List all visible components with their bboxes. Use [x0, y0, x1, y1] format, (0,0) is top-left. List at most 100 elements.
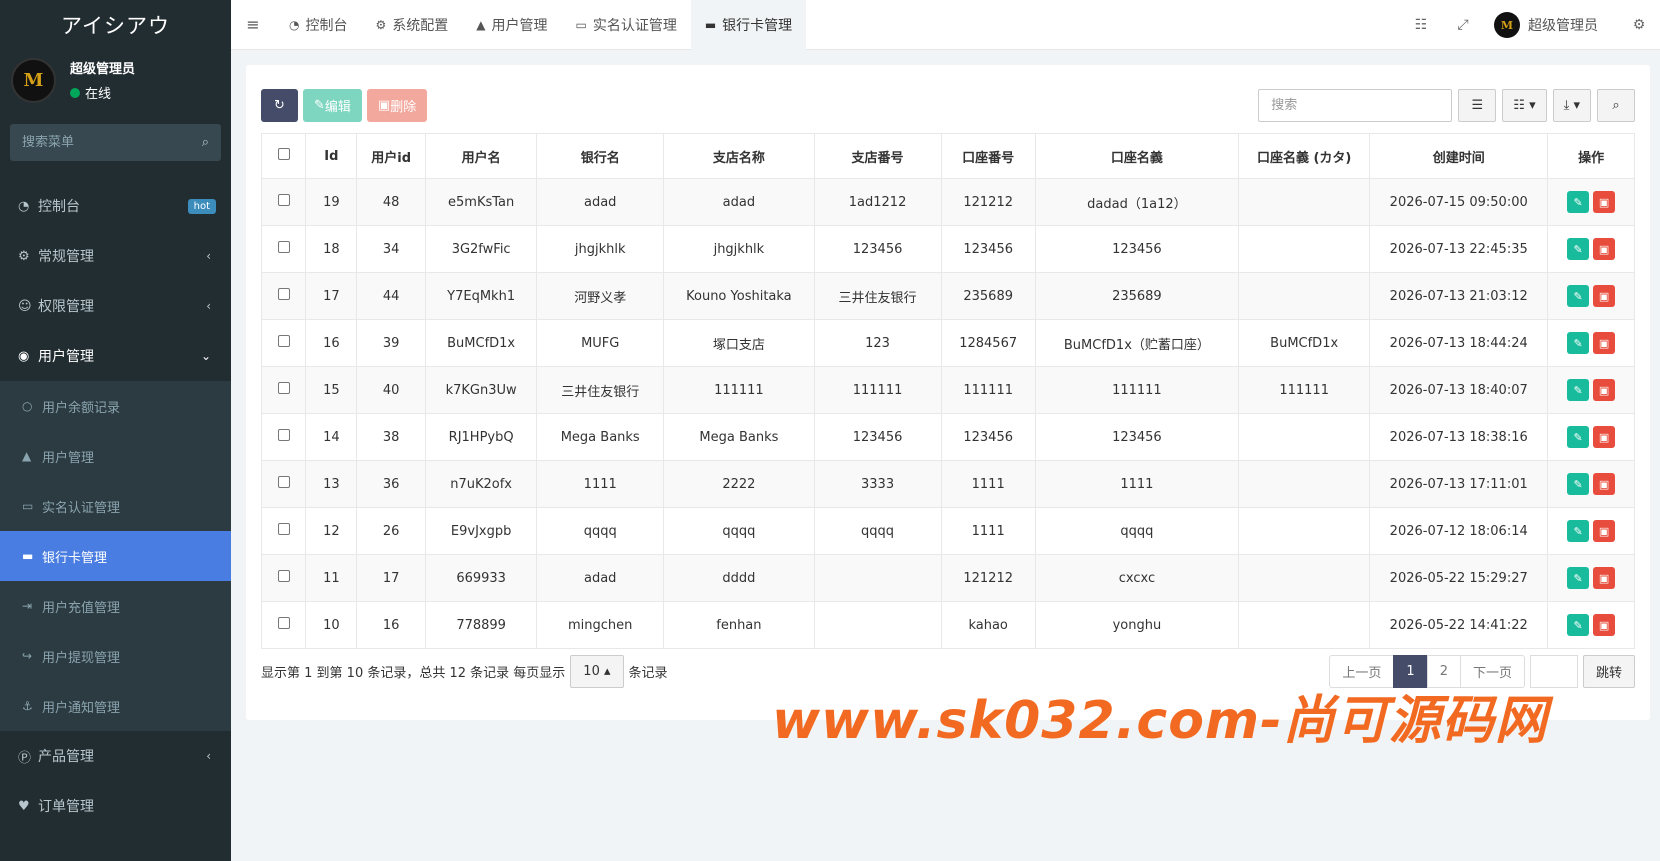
edit-button[interactable]: ✎ 编辑 [303, 89, 362, 122]
row-delete-button[interactable]: ▣ [1593, 567, 1616, 589]
row-edit-button[interactable]: ✎ [1567, 191, 1590, 213]
trash-icon: ▣ [1598, 477, 1610, 491]
row-actions-cell: ✎ ▣ [1547, 507, 1635, 555]
sidebar-item-general[interactable]: ⚙ 常规管理 ‹ [0, 231, 231, 281]
row-checkbox[interactable] [277, 288, 290, 300]
navbar-user[interactable]: M 超级管理员 [1494, 12, 1598, 38]
sidebar-item-balance[interactable]: ○ 用户余额记录 [0, 381, 231, 431]
language-icon[interactable]: ☷ [1400, 17, 1442, 33]
sidebar-item-product[interactable]: Ⓟ 产品管理 ‹ [0, 731, 231, 781]
cell-username: 778899 [425, 601, 538, 649]
row-edit-button[interactable]: ✎ [1567, 426, 1590, 448]
col-account-number[interactable]: 口座番号 [940, 133, 1036, 179]
tab-bankcard[interactable]: ▬ 银行卡管理 [690, 0, 807, 50]
row-edit-button[interactable]: ✎ [1567, 379, 1590, 401]
row-delete-button[interactable]: ▣ [1593, 332, 1616, 354]
table-toolbar: ↻ ✎ 编辑 ▣ 删除 [261, 89, 428, 122]
row-checkbox[interactable] [277, 617, 290, 629]
row-delete-button[interactable]: ▣ [1593, 191, 1616, 213]
table-row[interactable]: 19 48 e5mKsTan adad adad 1ad1212 121212 dadad（1… [260, 178, 1635, 226]
sidebar-item-recharge[interactable]: ⇥ 用户充值管理 [0, 581, 231, 631]
select-all-checkbox[interactable] [277, 148, 290, 160]
chevron-left-icon: ‹ [206, 749, 211, 763]
row-checkbox[interactable] [277, 429, 290, 441]
sidebar-item-user-mgmt[interactable]: ◉ 用户管理 ⌄ [0, 331, 231, 381]
cell-user-id: 48 [356, 178, 427, 226]
row-checkbox[interactable] [277, 476, 290, 488]
row-edit-button[interactable]: ✎ [1567, 332, 1590, 354]
table-row[interactable]: 16 39 BuMCfD1x MUFG 塚口支店 123 1284567 BuMCfD1x（贮… [260, 319, 1635, 367]
jump-button[interactable]: 跳转 [1582, 655, 1635, 688]
row-checkbox[interactable] [277, 335, 290, 347]
export-button[interactable]: ⤓ ▾ [1552, 89, 1591, 122]
search-icon[interactable]: ⌕ [202, 135, 209, 150]
row-delete-button[interactable]: ▣ [1593, 238, 1616, 260]
sidebar-item-bankcard[interactable]: ▬ 银行卡管理 [0, 531, 231, 581]
sidebar-item-dashboard[interactable]: ◔ 控制台 hot [0, 181, 231, 231]
cogs-icon[interactable]: ⚙ [1618, 17, 1660, 33]
cogs-icon: ⚙ [18, 248, 30, 264]
cell-account-holder-kana [1238, 225, 1371, 273]
tab-realname[interactable]: ▭ 实名认证管理 [561, 0, 690, 50]
table-row[interactable]: 17 44 Y7EqMkh1 河野义孝 Kouno Yoshitaka 三井住友银行 235… [260, 272, 1635, 320]
fullscreen-icon[interactable]: ⤢ [1442, 17, 1484, 33]
cell-user-id: 34 [356, 225, 427, 273]
row-checkbox[interactable] [277, 523, 290, 535]
row-edit-button[interactable]: ✎ [1567, 285, 1590, 307]
table-row[interactable]: 15 40 k7KGn3Uw 三井住友银行 111111 111111 111111 1111… [260, 366, 1635, 414]
columns-button[interactable]: ☷ ▾ [1502, 89, 1547, 122]
table-row[interactable]: 13 36 n7uK2ofx 1111 2222 3333 1111 1111 2026-07-… [260, 460, 1635, 508]
toggle-view-button[interactable]: ☰ [1458, 89, 1497, 122]
advanced-search-button[interactable]: ⌕ [1597, 89, 1635, 122]
tab-dashboard[interactable]: ◔ 控制台 [275, 0, 361, 50]
table-row[interactable]: 18 34 3G2fwFic jhgjkhlk jhgjkhlk 123456 123456… [260, 225, 1635, 273]
col-branch-name[interactable]: 支店名称 [663, 133, 815, 179]
tab-user-mgmt[interactable]: ▲ 用户管理 [462, 0, 561, 50]
menu-toggle-icon[interactable]: ≡ [231, 15, 275, 34]
sidebar-item-realname[interactable]: ▭ 实名认证管理 [0, 481, 231, 531]
menu-search-input[interactable] [22, 135, 172, 150]
table-row[interactable]: 14 38 RJ1HPybQ Mega Banks Mega Banks 123456 12… [260, 413, 1635, 461]
sidebar-item-notify[interactable]: ⚓ 用户通知管理 [0, 681, 231, 731]
col-user-id[interactable]: 用户id [356, 133, 427, 179]
sidebar-item-orders[interactable]: ♥ 订单管理 [0, 781, 231, 831]
row-delete-button[interactable]: ▣ [1593, 520, 1616, 542]
row-edit-button[interactable]: ✎ [1567, 614, 1590, 636]
row-checkbox[interactable] [277, 241, 290, 253]
col-id[interactable]: Id [305, 133, 358, 179]
brand-logo[interactable]: アイシアウ [0, 0, 231, 50]
table-row[interactable]: 12 26 E9vJxgpb qqqq qqqq qqqq 1111 qqqq 2026-07-… [260, 507, 1635, 555]
sidebar-item-permission[interactable]: ☺ 权限管理 ‹ [0, 281, 231, 331]
row-checkbox[interactable] [277, 382, 290, 394]
sidebar-item-users[interactable]: ▲ 用户管理 [0, 431, 231, 481]
row-delete-button[interactable]: ▣ [1593, 473, 1616, 495]
table-search-input[interactable] [1258, 89, 1453, 122]
col-account-holder[interactable]: 口座名義 [1034, 133, 1240, 179]
row-checkbox[interactable] [277, 194, 290, 206]
row-delete-button[interactable]: ▣ [1593, 614, 1616, 636]
cell-id: 16 [305, 319, 358, 367]
col-branch-code[interactable]: 支店番号 [813, 133, 942, 179]
row-edit-button[interactable]: ✎ [1567, 520, 1590, 542]
row-edit-button[interactable]: ✎ [1567, 238, 1590, 260]
table-row[interactable]: 11 17 669933 adad dddd 121212 cxcxc 2026-05-22 … [260, 554, 1635, 602]
sidebar-item-withdraw[interactable]: ↪ 用户提现管理 [0, 631, 231, 681]
refresh-button[interactable]: ↻ [261, 89, 298, 122]
table-row[interactable]: 10 16 778899 mingchen fenhan kahao yonghu 2026-… [260, 601, 1635, 649]
row-checkbox[interactable] [277, 570, 290, 582]
col-account-holder-kana[interactable]: 口座名義 (カタ) [1238, 133, 1371, 179]
delete-button[interactable]: ▣ 删除 [366, 89, 428, 122]
cell-branch-code: 1ad1212 [813, 178, 942, 226]
row-edit-button[interactable]: ✎ [1567, 473, 1590, 495]
cell-account-number: 1111 [940, 507, 1036, 555]
row-delete-button[interactable]: ▣ [1593, 426, 1616, 448]
row-edit-button[interactable]: ✎ [1567, 567, 1590, 589]
records-info: 显示第 1 到第 10 条记录，总共 12 条记录 每页显示 [261, 666, 566, 681]
col-created-at[interactable]: 创建时间 [1369, 133, 1549, 179]
col-bank-name[interactable]: 银行名 [536, 133, 665, 179]
page-size-select[interactable]: 10 ▴ [570, 655, 624, 688]
tab-system-config[interactable]: ⚙ 系统配置 [361, 0, 462, 50]
row-delete-button[interactable]: ▣ [1593, 379, 1616, 401]
row-delete-button[interactable]: ▣ [1593, 285, 1616, 307]
col-username[interactable]: 用户名 [425, 133, 538, 179]
